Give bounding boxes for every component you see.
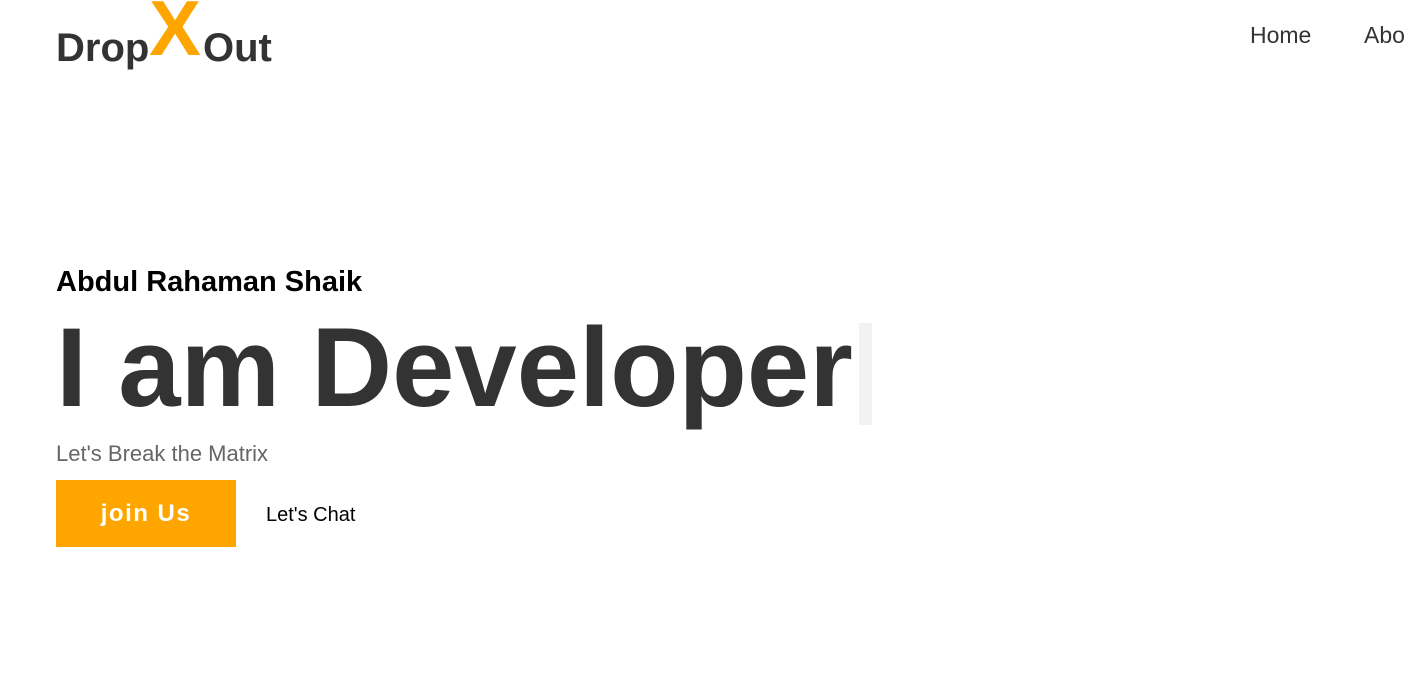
hero-title-row: I am Developer bbox=[56, 308, 872, 428]
hero-tagline: Let's Break the Matrix bbox=[56, 441, 269, 466]
hero-name: Abdul Rahaman Shaik bbox=[56, 266, 363, 298]
logo-text-drop: Drop bbox=[56, 26, 150, 70]
hero-title: I am Developer bbox=[56, 305, 853, 430]
site-header: Drop X Out Home Abo bbox=[0, 0, 1407, 90]
join-us-button[interactable]: join Us bbox=[56, 480, 236, 547]
logo-text-x: X bbox=[149, 0, 202, 72]
logo-text-out: Out bbox=[203, 26, 272, 70]
nav-item-about[interactable]: Abo bbox=[1364, 20, 1405, 50]
typing-cursor bbox=[858, 323, 872, 425]
lets-chat-link[interactable]: Let's Chat bbox=[266, 503, 355, 527]
nav-item-home[interactable]: Home bbox=[1250, 20, 1311, 50]
